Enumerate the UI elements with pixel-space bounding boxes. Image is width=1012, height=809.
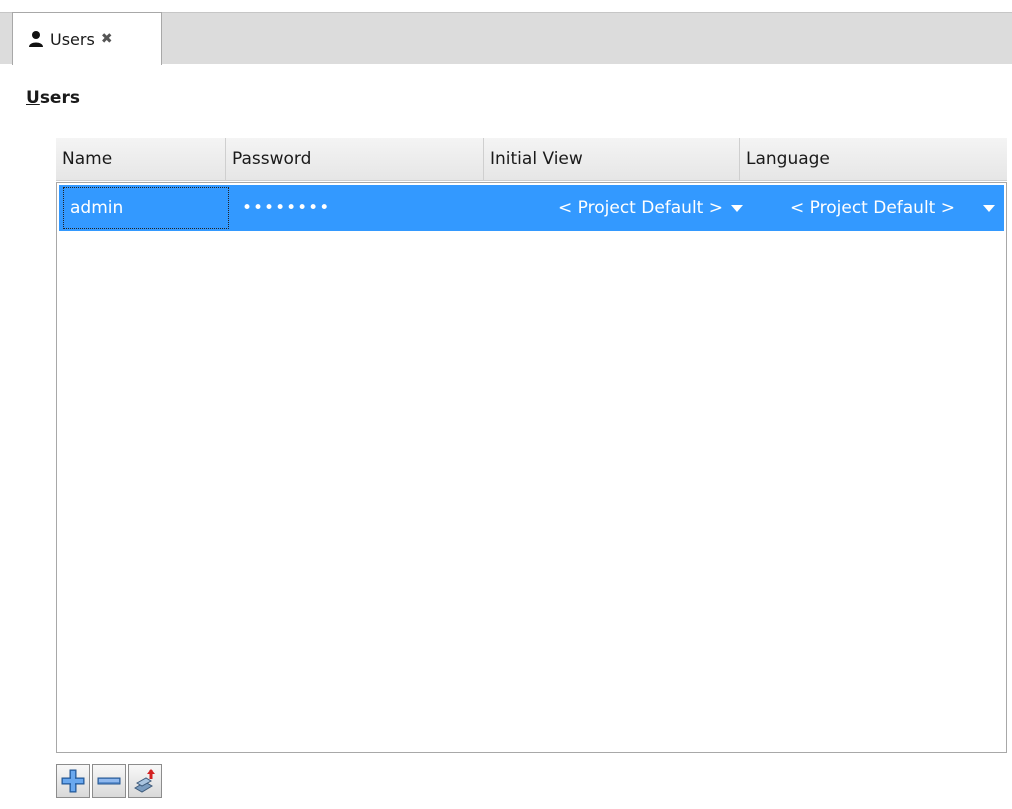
import-users-icon <box>134 769 155 793</box>
users-table: Name Password Initial View Language admi… <box>56 138 1007 753</box>
language-dropdown-icon[interactable] <box>979 185 999 231</box>
user-icon <box>29 31 43 47</box>
import-users-button[interactable] <box>128 764 162 798</box>
remove-user-button[interactable] <box>92 764 126 798</box>
plus-icon <box>61 769 85 793</box>
section-title-rest: sers <box>39 88 80 108</box>
tab-label: Users <box>50 29 95 49</box>
password-cell[interactable]: •••••••• <box>240 185 480 231</box>
minus-icon <box>97 777 121 785</box>
language-cell[interactable]: < Project Default > <box>749 185 959 231</box>
column-header-language[interactable]: Language <box>740 138 1007 180</box>
table-header: Name Password Initial View Language <box>56 138 1007 181</box>
table-body: admin •••••••• < Project Default > < Pro… <box>56 182 1007 753</box>
table-row[interactable]: admin •••••••• < Project Default > < Pro… <box>59 185 1004 231</box>
name-cell[interactable]: admin <box>63 187 229 229</box>
section-title-mnemonic: U <box>26 88 40 108</box>
close-icon[interactable]: ✖ <box>101 31 113 47</box>
add-user-button[interactable] <box>56 764 90 798</box>
initial-view-cell[interactable]: < Project Default > <box>499 185 729 231</box>
column-header-name[interactable]: Name <box>56 138 226 180</box>
tab-users[interactable]: Users ✖ <box>12 12 162 65</box>
column-header-initial-view[interactable]: Initial View <box>484 138 740 180</box>
column-header-password[interactable]: Password <box>226 138 484 180</box>
section-title: Users <box>26 88 80 108</box>
initial-view-dropdown-icon[interactable] <box>727 185 747 231</box>
